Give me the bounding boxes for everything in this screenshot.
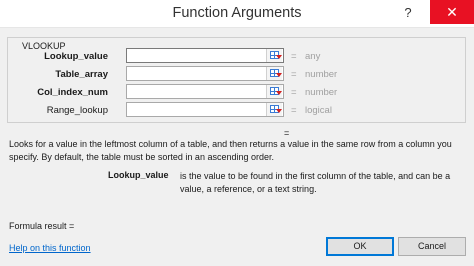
range-collapse-icon[interactable] xyxy=(266,85,282,98)
function-result-equals: = xyxy=(284,128,290,138)
title-bar: Function Arguments ? ✕ xyxy=(0,0,474,28)
arg-equals: = xyxy=(291,105,297,116)
arg-type-hint: number xyxy=(305,69,338,80)
arg-equals: = xyxy=(291,51,297,62)
dialog-body: VLOOKUP Lookup_value = any Table_array =… xyxy=(0,28,474,266)
lookup-value-input[interactable] xyxy=(126,48,284,63)
arg-equals: = xyxy=(291,87,297,98)
help-on-function-link[interactable]: Help on this function xyxy=(9,243,91,253)
argument-help-text: is the value to be found in the first co… xyxy=(180,171,451,194)
formula-result-label: Formula result = xyxy=(9,221,75,231)
argument-help-name: Lookup_value xyxy=(108,170,169,180)
arg-equals: = xyxy=(291,69,297,80)
arg-label-range-lookup: Range_lookup xyxy=(46,105,108,116)
arg-type-hint: logical xyxy=(305,105,332,116)
range-lookup-input[interactable] xyxy=(126,102,284,117)
arg-type-hint: number xyxy=(305,87,338,98)
arg-label-col-index-num: Col_index_num xyxy=(37,87,108,98)
arg-label-lookup-value: Lookup_value xyxy=(44,51,108,62)
ok-button[interactable]: OK xyxy=(326,237,394,256)
range-collapse-icon[interactable] xyxy=(266,49,282,62)
col-index-num-input[interactable] xyxy=(126,84,284,99)
cancel-button[interactable]: Cancel xyxy=(398,237,466,256)
range-collapse-icon[interactable] xyxy=(266,103,282,116)
range-collapse-icon[interactable] xyxy=(266,67,282,80)
help-icon[interactable]: ? xyxy=(399,4,417,22)
arg-label-table-array: Table_array xyxy=(55,69,108,80)
function-name: VLOOKUP xyxy=(20,41,68,51)
function-group: VLOOKUP Lookup_value = any Table_array =… xyxy=(7,37,466,123)
function-description: Looks for a value in the leftmost column… xyxy=(9,139,452,162)
arg-type-hint: any xyxy=(305,51,321,62)
table-array-input[interactable] xyxy=(126,66,284,81)
close-button[interactable]: ✕ xyxy=(430,0,474,24)
